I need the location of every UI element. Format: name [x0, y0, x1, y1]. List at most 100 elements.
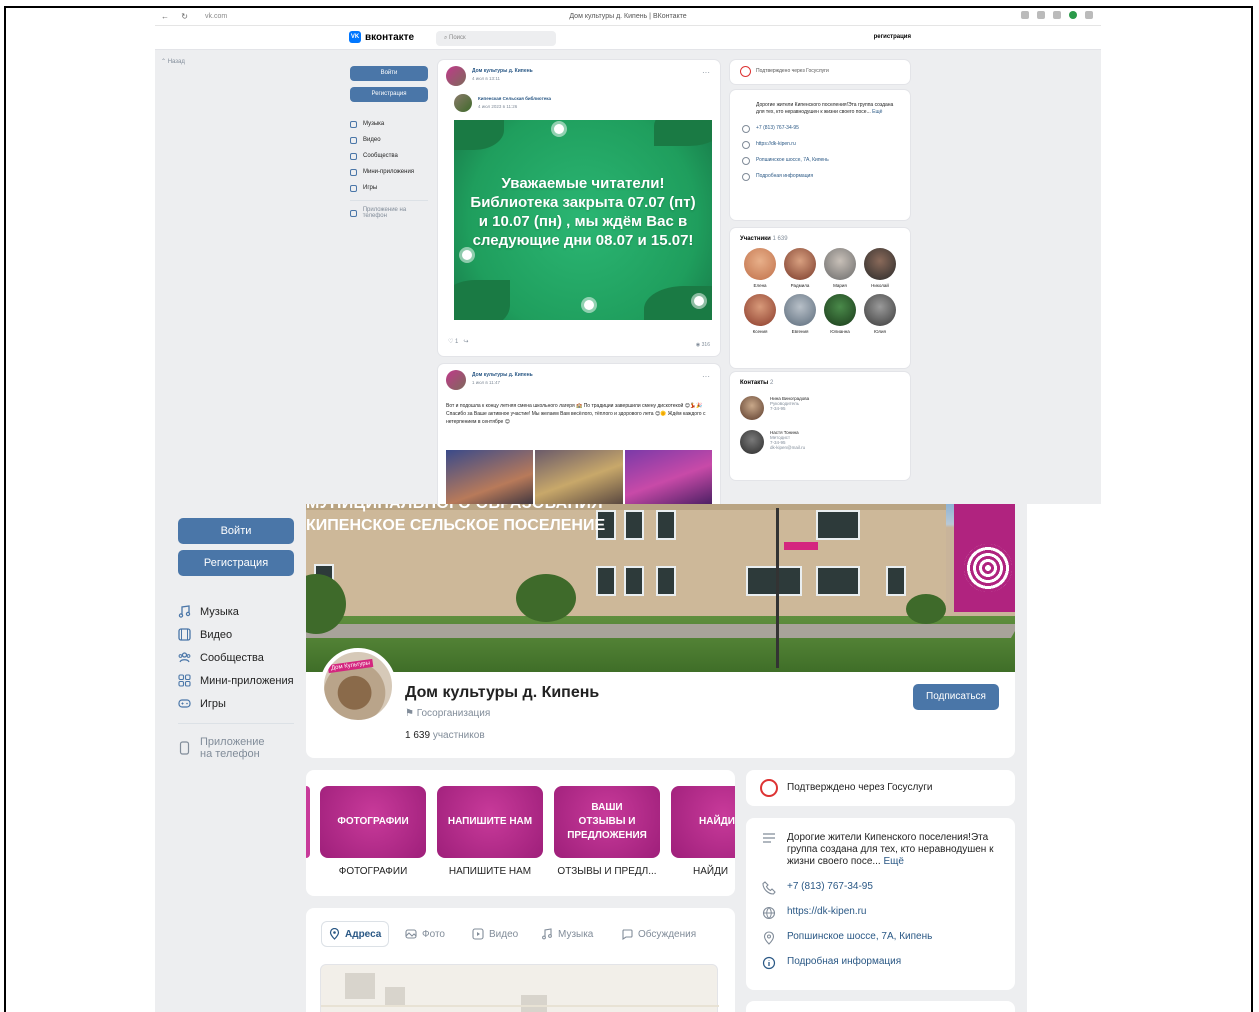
details-link[interactable]: Подробная информация [762, 956, 999, 970]
members-count: 1 639 [772, 236, 788, 242]
group-avatar[interactable]: Дом Культуры [320, 648, 396, 724]
tab-photos[interactable]: Фото [405, 922, 445, 946]
post-author[interactable]: Дом культуры д. Кипень [472, 372, 533, 378]
shield-icon[interactable] [1069, 11, 1077, 19]
flag-icon: ⚑ [405, 708, 417, 719]
phone-link[interactable]: +7 (813) 767-34-95 [762, 881, 999, 895]
member-item[interactable]: Евгения [780, 294, 820, 334]
more-icon[interactable]: ··· [702, 372, 710, 381]
contacts-title[interactable]: Контакты 2 [740, 380, 900, 386]
sidebar-item-music[interactable]: Музыка [178, 600, 294, 623]
leaf-decoration [454, 120, 504, 150]
repost-author[interactable]: Кипенская Сельская библиотека [478, 96, 551, 101]
app-link-label: Приложение на телефон [200, 736, 265, 760]
more-link[interactable]: Ещё [872, 109, 882, 115]
login-button[interactable]: Войти [178, 518, 294, 544]
link-tile[interactable]: НАПИШИТЕ НАМ НАПИШИТЕ НАМ [437, 786, 543, 877]
post-photo[interactable] [624, 450, 712, 504]
link-tile[interactable]: ФОТОГРАФИИ ФОТОГРАФИИ [320, 786, 426, 877]
member-name: Елена [753, 283, 767, 288]
sidebar-item-mini-apps[interactable]: Мини-приложения [350, 164, 428, 180]
link-tile[interactable]: НАЙДИ НАЙДИ [671, 786, 735, 877]
contact-item[interactable]: Нина Виноградова Руководитель 7-34-95 [740, 396, 900, 420]
site-link[interactable]: https://dk-kipen.ru [742, 141, 900, 149]
sidebar-item-label: Видео [363, 137, 381, 143]
group-avatar[interactable] [446, 370, 466, 390]
post-date[interactable]: 4 июл в 13:11 [472, 76, 500, 81]
tab-discussions[interactable]: Обсуждения [621, 922, 696, 946]
content-tabs: Адреса Фото Видео Музыка Обсуждения [306, 908, 735, 1012]
subscribe-button[interactable]: Подписаться [913, 684, 999, 710]
sidebar-item-music[interactable]: Музыка [350, 116, 428, 132]
tab-label: Адреса [345, 928, 382, 940]
member-name: Радмила [790, 283, 810, 288]
extension-icon[interactable] [1037, 11, 1045, 19]
phone-text: +7 (813) 767-34-95 [787, 881, 873, 892]
contact-item[interactable]: Настя Тонина Методист 7-34-95 dk-kipen@mail… [740, 430, 900, 454]
member-item[interactable]: Радмила [780, 248, 820, 288]
site-link[interactable]: https://dk-kipen.ru [762, 906, 999, 920]
flower-decoration [462, 250, 472, 260]
sidebar-item-label: Музыка [363, 121, 385, 127]
member-item[interactable]: Юлия [860, 294, 900, 334]
link-tile[interactable]: ВАШИ ОТЗЫВЫ И ПРЕДЛОЖЕНИЯ ОТЗЫВЫ И ПРЕДЛ.… [554, 786, 660, 877]
sidebar-item-communities[interactable]: Сообщества [350, 148, 428, 164]
address-link[interactable]: Ропшинское шоссе, 7А, Кипень [742, 157, 900, 165]
sidebar-item-video[interactable]: Видео [350, 132, 428, 148]
register-button[interactable]: Регистрация [178, 550, 294, 576]
member-item[interactable]: Юлианна [820, 294, 860, 334]
sidebar-item-mini-apps[interactable]: Мини-приложения [178, 669, 294, 692]
contacts-title-label: Контакты [740, 380, 769, 386]
post-photo[interactable] [535, 450, 623, 504]
browser-toolbar: ← ↻ vk.com Дом культуры д. Кипень | ВКон… [155, 8, 1101, 26]
extension-icon[interactable] [1021, 11, 1029, 19]
map-preview[interactable] [320, 964, 719, 1012]
sidebar-item-games[interactable]: Игры [350, 180, 428, 196]
member-item[interactable]: Елена [740, 248, 780, 288]
tab-video[interactable]: Видео [472, 922, 518, 946]
tab-addresses[interactable]: Адреса [322, 922, 389, 946]
phone-link[interactable]: +7 (813) 767-34-95 [742, 125, 900, 133]
details-link[interactable]: Подробная информация [742, 173, 900, 181]
post-date[interactable]: 1 июл в 11:47 [472, 380, 500, 385]
members-count[interactable]: 1 639 участников [405, 730, 485, 741]
sidebar-item-games[interactable]: Игры [178, 692, 294, 715]
search-input[interactable]: ⌕ Поиск [436, 31, 556, 46]
member-item[interactable]: Ксения [740, 294, 780, 334]
map-road [321, 1005, 719, 1007]
member-avatar [824, 294, 856, 326]
sidebar-menu: Музыка Видео Сообщества Мини-приложения … [178, 600, 294, 762]
more-link[interactable]: Ещё [884, 856, 904, 867]
member-item[interactable]: Николай [860, 248, 900, 288]
more-icon[interactable]: ··· [702, 68, 710, 77]
back-link[interactable]: ⌃ Назад [161, 58, 185, 65]
sidebar-item-video[interactable]: Видео [178, 623, 294, 646]
extension-icon[interactable] [1085, 11, 1093, 19]
tab-label: Видео [489, 928, 519, 940]
post-banner-image[interactable]: Уважаемые читатели! Библиотека закрыта 0… [454, 120, 712, 320]
contact-avatar [740, 430, 764, 454]
sidebar-item-app[interactable]: Приложение на телефон [178, 734, 294, 762]
repost-avatar[interactable] [454, 94, 472, 112]
address-link[interactable]: Ропшинское шоссе, 7А, Кипень [763, 931, 999, 945]
members-title[interactable]: Участники 1 639 [740, 236, 900, 242]
member-item[interactable]: Мария [820, 248, 860, 288]
like-button[interactable]: ♡ 1 ↪ [448, 338, 468, 345]
group-avatar[interactable] [446, 66, 466, 86]
sidebar-item-label: Игры [200, 697, 226, 710]
register-button[interactable]: Регистрация [350, 87, 428, 102]
road [306, 624, 1015, 638]
tab-music[interactable]: Музыка [541, 922, 593, 946]
member-name: Николай [871, 283, 889, 288]
location-icon [763, 931, 775, 945]
vk-logo[interactable]: VK вконтакте [349, 31, 414, 43]
register-link[interactable]: регистрация [874, 34, 911, 40]
members-title-label: Участники [740, 236, 771, 242]
bookmark-icon[interactable] [1053, 11, 1061, 19]
sidebar-item-communities[interactable]: Сообщества [178, 646, 294, 669]
site-text: https://dk-kipen.ru [787, 906, 867, 917]
sidebar-item-app[interactable]: Приложение на телефон [350, 205, 428, 221]
post-author[interactable]: Дом культуры д. Кипень [472, 68, 533, 74]
post-photo[interactable] [446, 450, 534, 504]
login-button[interactable]: Войти [350, 66, 428, 81]
